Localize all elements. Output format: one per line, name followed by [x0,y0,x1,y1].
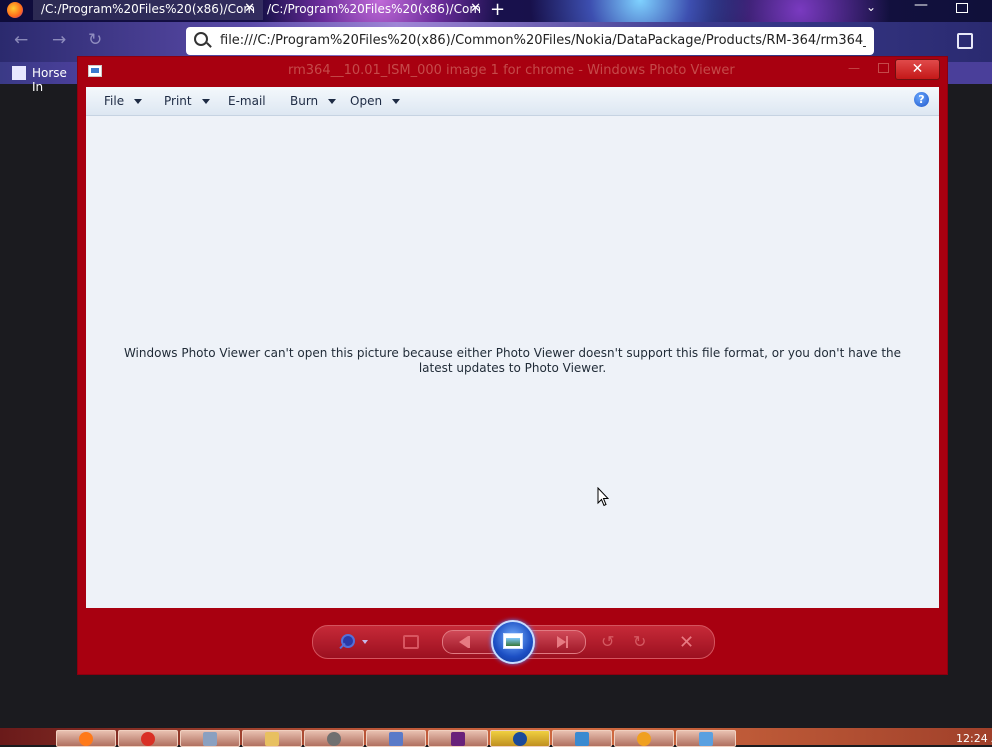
taskbar-photo-viewer[interactable] [676,730,736,747]
back-icon[interactable]: ← [14,30,28,50]
photo-viewer-icon [88,65,102,77]
keyboard-icon [389,732,403,746]
gauge-icon [327,732,341,746]
previous-icon[interactable] [459,636,470,648]
help-icon[interactable]: ? [914,92,929,107]
forward-icon[interactable]: → [52,30,66,50]
bookmarks-bar: Horse In [0,62,78,94]
slideshow-button[interactable] [491,620,535,664]
photo-viewer-titlebar[interactable]: rm364__10.01_ISM_000 image 1 for chrome … [78,57,947,85]
taskbar-app-10[interactable] [614,730,674,747]
menu-open[interactable]: Open [350,94,401,108]
taskbar-app-5[interactable] [304,730,364,747]
photo-display-area: Windows Photo Viewer can't open this pic… [86,116,939,608]
browser-tab-bar: /C:/Program%20Files%20(x86)/Com ✕ /C:/Pr… [0,0,992,22]
minimize-icon[interactable]: — [914,0,928,13]
close-icon[interactable]: ✕ [470,0,481,18]
menu-email[interactable]: E-mail [228,94,266,108]
cursor-icon [597,486,610,507]
taskbar-help[interactable] [490,730,550,747]
address-bar[interactable]: file:///C:/Program%20Files%20(x86)/Commo… [186,27,874,55]
taskbar-chrome[interactable] [118,730,178,747]
taskbar-visual-studio[interactable] [428,730,488,747]
chevron-down-icon[interactable] [362,640,368,644]
maximize-button[interactable] [878,63,889,73]
zoom-icon[interactable] [339,632,359,652]
tab-label: /C:/Program%20Files%20(x86)/Com [41,2,256,16]
menu-print[interactable]: Print [164,94,210,108]
taskbar: 12:24 A [0,728,992,747]
taskbar-firefox[interactable] [56,730,116,747]
fit-icon[interactable] [401,632,421,652]
browser-tab-1[interactable]: /C:/Program%20Files%20(x86)/Com ✕ [33,0,263,20]
next-icon[interactable] [557,636,568,648]
search-icon [194,32,208,46]
close-icon[interactable]: ✕ [244,0,255,18]
browser-tab-2[interactable]: /C:/Program%20Files%20(x86)/Com ✕ [259,0,489,20]
taskbar-app-6[interactable] [366,730,426,747]
bookmark-icon [12,66,26,80]
window-title: rm364__10.01_ISM_000 image 1 for chrome … [288,63,735,78]
taskbar-clock: 12:24 A [956,732,992,745]
bookmarks-bar-right [946,62,992,84]
window-icon [203,732,217,746]
restore-icon[interactable] [956,3,968,13]
tab-label: /C:/Program%20Files%20(x86)/Com [267,2,482,16]
firefox-icon [79,732,93,746]
visual-studio-icon [451,732,465,746]
address-text[interactable]: file:///C:/Program%20Files%20(x86)/Commo… [220,33,866,48]
taskbar-explorer[interactable] [242,730,302,747]
help-icon [513,732,527,746]
photo-viewer-menubar: File Print E-mail Burn Open ? [86,87,939,116]
plus-icon[interactable]: + [490,0,505,20]
close-button[interactable]: ✕ [895,59,940,80]
chevron-down-icon [201,99,210,104]
minimize-button[interactable]: — [848,61,860,75]
photo-viewer-icon [699,732,713,746]
sun-icon [637,732,651,746]
chevron-down-icon [328,99,337,104]
slideshow-icon [503,633,523,649]
taskbar-app-3[interactable] [180,730,240,747]
folder-icon [265,732,279,746]
playback-controls: ↺ ↻ ✕ [312,620,715,664]
rotate-right-icon[interactable]: ↻ [633,632,653,652]
menu-file[interactable]: File [104,94,143,108]
menu-burn[interactable]: Burn [290,94,337,108]
delete-icon[interactable]: ✕ [679,632,699,653]
taskbar-app-9[interactable] [552,730,612,747]
chevron-down-icon [392,99,401,104]
reload-icon[interactable]: ↻ [88,30,102,50]
chevron-down-icon [134,99,143,104]
firefox-icon [7,2,23,18]
monitor-icon [575,732,589,746]
photo-viewer-window: rm364__10.01_ISM_000 image 1 for chrome … [77,56,948,675]
error-message: Windows Photo Viewer can't open this pic… [123,346,902,375]
chrome-icon [141,732,155,746]
bookmark-horse[interactable]: Horse In [32,66,78,94]
extensions-icon[interactable] [957,33,973,49]
rotate-left-icon[interactable]: ↺ [601,632,621,652]
chevron-down-icon[interactable]: ⌄ [866,0,876,14]
